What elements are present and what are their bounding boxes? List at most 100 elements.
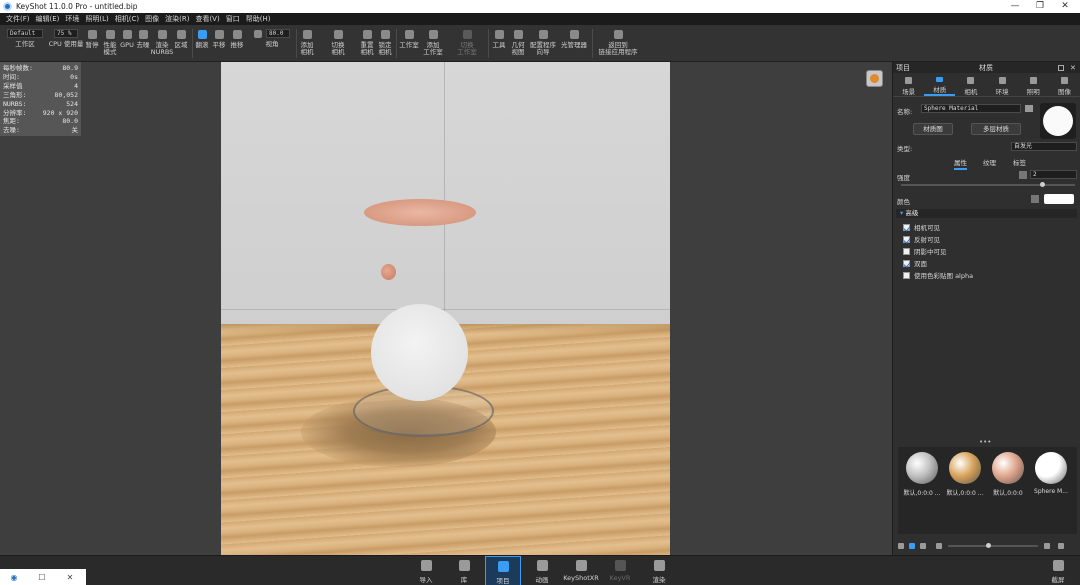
tab-scene[interactable]: 场景 [893, 73, 924, 96]
fov-input[interactable]: 80.0 [266, 29, 290, 38]
subtab-properties[interactable]: 属性 [954, 157, 967, 170]
intensity-slider-handle[interactable] [1040, 182, 1045, 187]
keyshotxr-button[interactable]: KeyShotXR [563, 556, 599, 585]
field-of-view-control[interactable]: 80.0 视角 [250, 25, 294, 62]
switch-studio-button[interactable]: 切换 工作室 [449, 25, 485, 62]
menu-view[interactable]: 查看(V) [192, 13, 222, 25]
advanced-checkbox-row[interactable]: 使用色彩贴图 alpha [903, 270, 973, 280]
advanced-checkbox-row[interactable]: 相机可见 [903, 222, 940, 232]
thumbnail-size-slider[interactable] [948, 542, 1038, 548]
color-swatch[interactable] [1044, 194, 1074, 204]
checkbox[interactable] [903, 259, 910, 267]
studio-button[interactable]: 工作室 [397, 25, 421, 62]
back-to-linked-app-button[interactable]: 返回到 链接应用程序 [596, 25, 640, 62]
cpu-usage-dropdown[interactable]: 75 % CPU 使用量 [47, 25, 85, 62]
stub-maximize-icon[interactable]: ☐ [28, 573, 56, 582]
region-button[interactable]: 区域 [173, 25, 189, 62]
workspace-select[interactable]: Default [7, 29, 43, 38]
panel-header-project[interactable]: 项目 [896, 63, 910, 73]
menu-image[interactable]: 图像 [142, 13, 162, 25]
light-manager-button[interactable]: 光管理器 [559, 25, 589, 62]
library-material-item[interactable]: 默认,0:0:0 ... [902, 452, 942, 497]
add-camera-button[interactable]: 添加 相机 [298, 25, 316, 62]
geometry-view-button[interactable]: 几何 视图 [508, 25, 528, 62]
multi-material-button[interactable]: 多层材质 [971, 123, 1021, 135]
keyvr-button[interactable]: KeyVR [602, 556, 638, 585]
menu-environment[interactable]: 环境 [62, 13, 82, 25]
advanced-checkbox-row[interactable]: 反射可见 [903, 234, 940, 244]
subtab-labels[interactable]: 标签 [1013, 157, 1026, 167]
material-type-select[interactable]: 自发光 [1011, 142, 1077, 151]
material-graph-button[interactable]: 材质图 [913, 123, 953, 135]
switch-camera-button[interactable]: 切换 相机 [320, 25, 356, 62]
stub-close-icon[interactable]: ✕ [56, 573, 84, 582]
tab-material[interactable]: 材质 [924, 73, 956, 96]
menu-file[interactable]: 文件(F) [3, 13, 33, 25]
render-image[interactable] [221, 62, 670, 555]
library-material-item[interactable]: 默认,0:0:0 [988, 452, 1028, 497]
gpu-button[interactable]: GPU [120, 25, 134, 62]
lock-camera-button[interactable]: 锁定 相机 [376, 25, 394, 62]
intensity-input[interactable]: 2 [1030, 170, 1077, 179]
cpu-usage-select[interactable]: 75 % [54, 29, 78, 38]
tab-camera[interactable]: 相机 [955, 73, 986, 96]
zoom-in-icon[interactable] [1044, 542, 1050, 549]
tab-image[interactable]: 图像 [1049, 73, 1080, 96]
performance-mode-button[interactable]: 性能 模式 [101, 25, 119, 62]
render-button[interactable]: 渲染 [641, 556, 677, 585]
material-name-input[interactable]: Sphere Material [921, 104, 1021, 113]
zoom-out-icon[interactable] [936, 542, 942, 549]
intensity-slider-track[interactable] [901, 184, 1075, 186]
panel-close-icon[interactable]: ✕ [1070, 64, 1076, 72]
library-material-item[interactable]: 默认,0:0:0 ... [945, 452, 985, 497]
app-icon[interactable]: ◉ [0, 573, 28, 582]
tools-button[interactable]: 工具 [490, 25, 508, 62]
more-icon[interactable]: ••• [979, 438, 991, 446]
animation-button[interactable]: 动画 [524, 556, 560, 585]
undock-icon[interactable] [1058, 64, 1064, 71]
tree-view-icon[interactable] [920, 542, 926, 549]
menu-window[interactable]: 窗口 [223, 13, 243, 25]
subtab-textures[interactable]: 纹理 [983, 157, 996, 167]
render-viewport[interactable]: 每秒帧数: 80.9 时间: 0s 采样值 4 三角形: 80,052 NURBS: 524 分辨率… [0, 62, 892, 555]
emissive-sphere[interactable] [371, 304, 468, 401]
checkbox[interactable] [903, 223, 910, 231]
tab-environment[interactable]: 环境 [987, 73, 1018, 96]
checkbox[interactable] [903, 235, 910, 243]
texture-map-icon[interactable] [1019, 171, 1027, 179]
project-button[interactable]: 项目 [485, 556, 521, 585]
menu-edit[interactable]: 编辑(E) [33, 13, 63, 25]
menu-help[interactable]: 帮助(H) [243, 13, 274, 25]
advanced-checkbox-row[interactable]: 阴影中可见 [903, 246, 947, 256]
import-button[interactable]: 导入 [408, 556, 444, 585]
floating-copper-bead[interactable] [381, 264, 396, 280]
configurator-wizard-button[interactable]: 配置程序 向导 [528, 25, 558, 62]
render-mode-icon[interactable] [866, 70, 883, 87]
library-material-item[interactable]: Sphere M... [1031, 452, 1071, 495]
grid-view-icon[interactable] [909, 542, 915, 549]
denoise-button[interactable]: 去噪 [135, 25, 151, 62]
reset-camera-button[interactable]: 重置 相机 [358, 25, 376, 62]
workspace-dropdown[interactable]: Default 工作区 [5, 25, 45, 62]
menu-lighting[interactable]: 照明(L) [82, 13, 111, 25]
color-texture-icon[interactable] [1031, 195, 1039, 203]
library-button[interactable]: 库 [446, 556, 482, 585]
floating-copper-disc[interactable] [364, 199, 476, 226]
thumbnail-size-handle[interactable] [986, 542, 991, 548]
checkbox[interactable] [903, 271, 910, 279]
save-icon[interactable] [1025, 105, 1033, 112]
render-nurbs-button[interactable]: 渲染 NURBS [151, 25, 173, 62]
list-view-icon[interactable] [898, 542, 904, 549]
pause-button[interactable]: 暂停 [84, 25, 100, 62]
tab-lighting[interactable]: 照明 [1018, 73, 1049, 96]
checkbox[interactable] [903, 247, 910, 255]
add-studio-button[interactable]: 添加 工作室 [421, 25, 445, 62]
dolly-button[interactable]: 推移 [229, 25, 245, 62]
advanced-section-header[interactable]: ▾ 高级 [896, 209, 1077, 218]
filter-icon[interactable] [1058, 542, 1064, 549]
advanced-checkbox-row[interactable]: 双面 [903, 258, 927, 268]
menu-render[interactable]: 渲染(R) [162, 13, 192, 25]
tumble-button[interactable]: 翻滚 [194, 25, 210, 62]
pan-button[interactable]: 平移 [211, 25, 227, 62]
close-button[interactable]: ✕ [1050, 0, 1080, 13]
